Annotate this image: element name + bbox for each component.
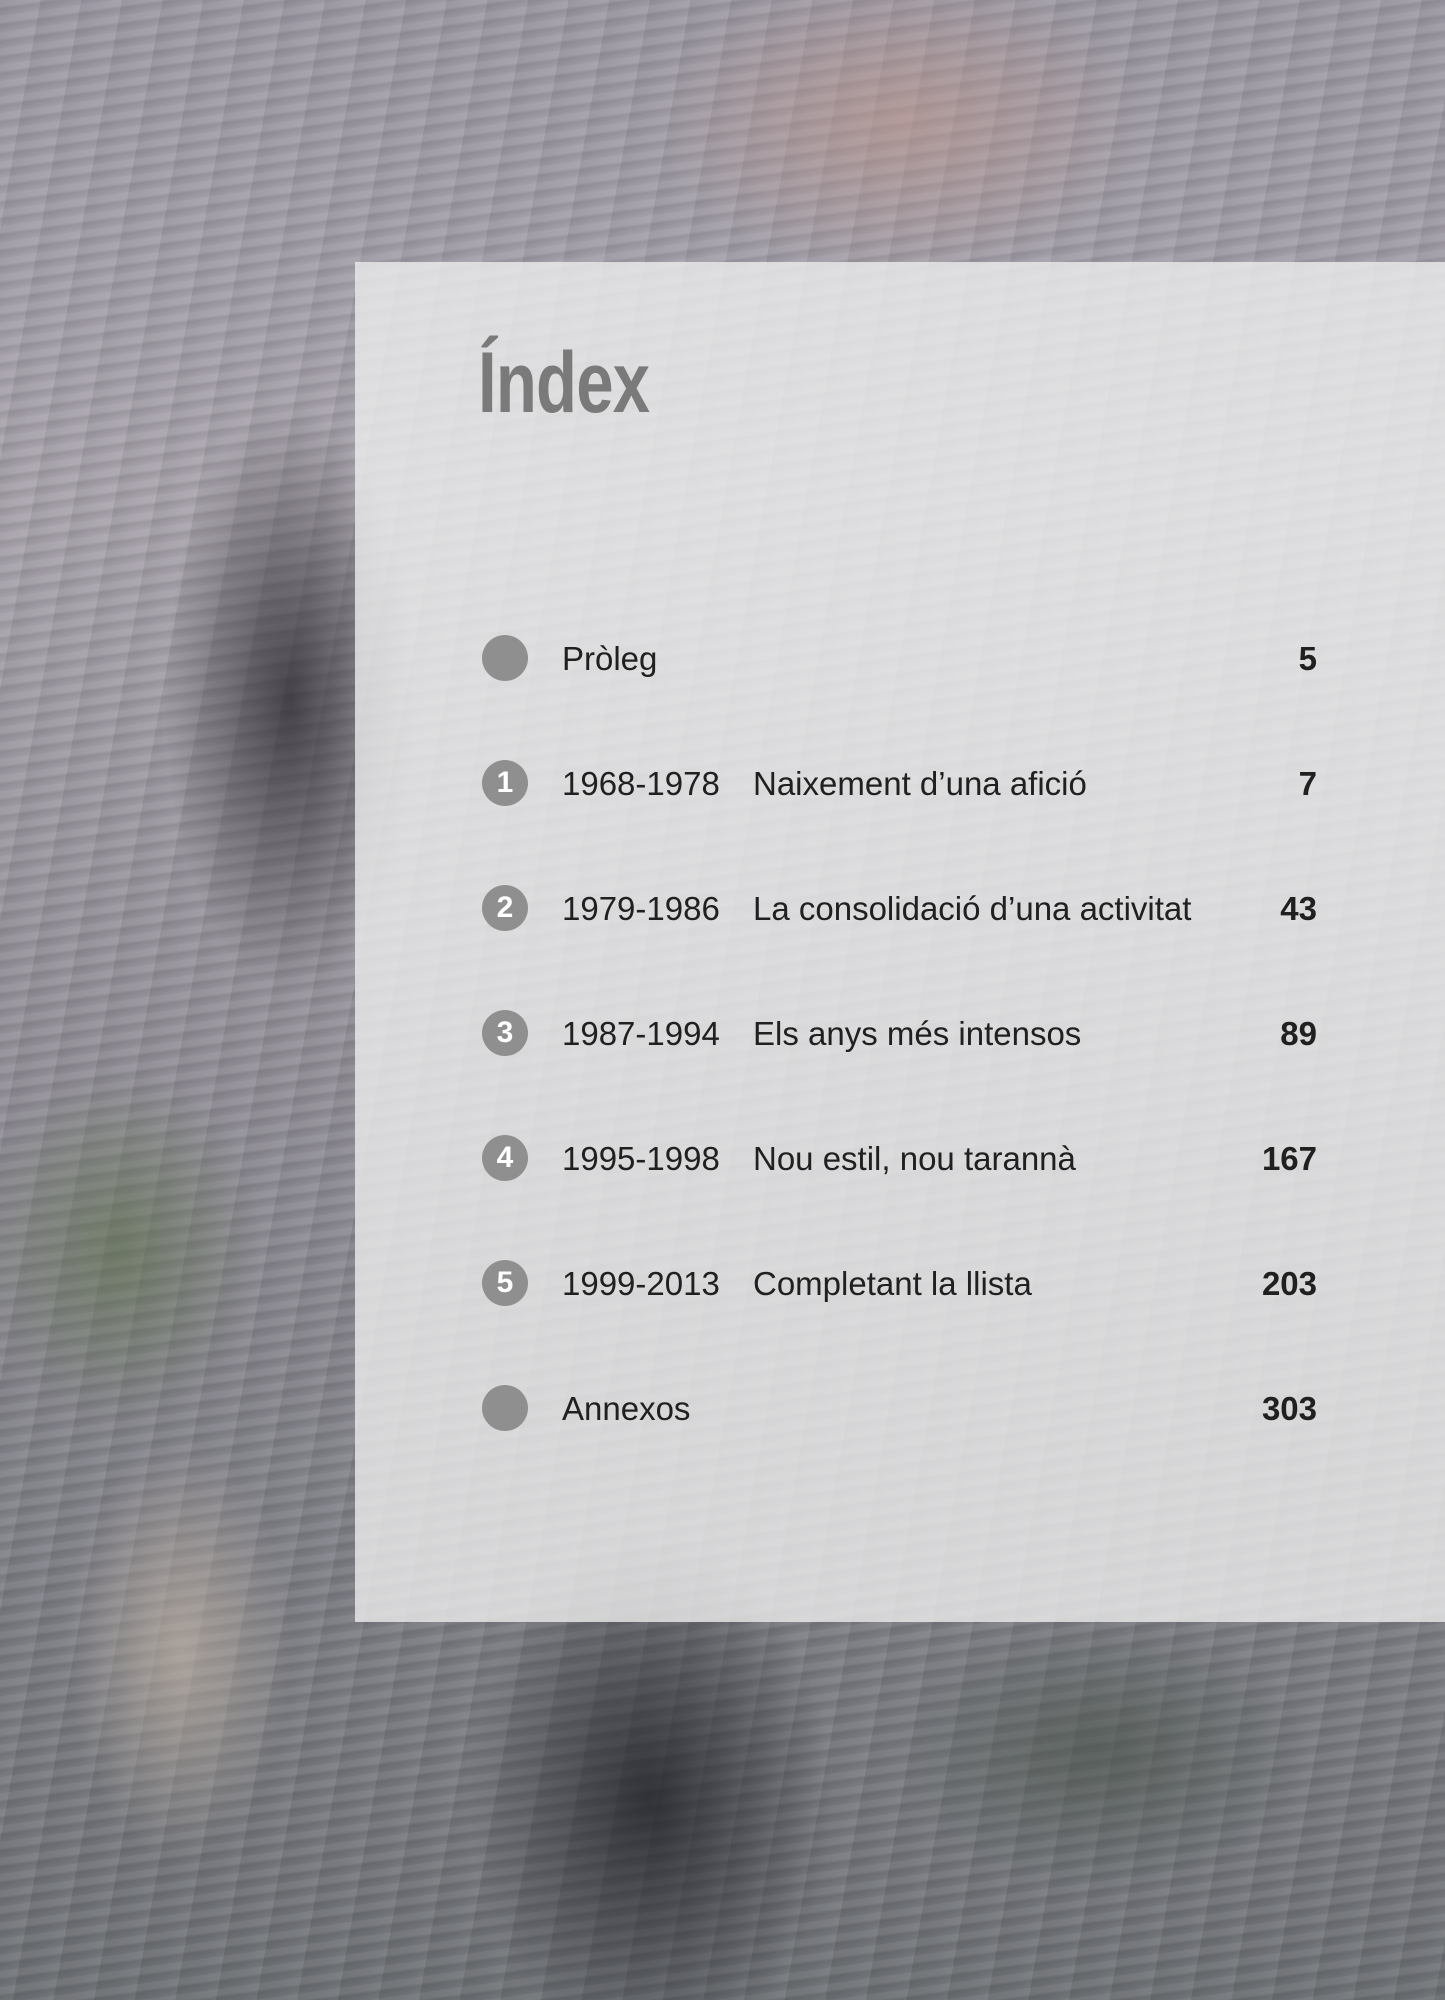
- toc-page-number: 167: [1261, 1140, 1317, 1177]
- chapter-number-badge: 4: [482, 1135, 528, 1181]
- chapter-number-badge: 3: [482, 1010, 528, 1056]
- bullet-icon: [482, 635, 528, 681]
- toc-entry-annexos[interactable]: Annexos 303: [482, 1383, 1317, 1433]
- toc-page-number: 203: [1261, 1265, 1317, 1302]
- bullet-icon: [482, 1385, 528, 1431]
- toc-entry-title: Els anys més intensos: [753, 1015, 1082, 1052]
- chapter-number-badge: 2: [482, 885, 528, 931]
- toc-page-number: 89: [1280, 1015, 1317, 1052]
- chapter-number-badge: 1: [482, 760, 528, 806]
- toc-entry-chapter-3[interactable]: 3 1987-1994 Els anys més intensos 89: [482, 1008, 1317, 1058]
- toc-entry-title: Annexos: [562, 1390, 691, 1427]
- toc-entry-period: 1987-1994: [562, 1015, 720, 1052]
- toc-entry-period: 1979-1986: [562, 890, 720, 927]
- toc-page-number: 7: [1298, 765, 1317, 802]
- toc-entry-period: 1999-2013: [562, 1265, 720, 1302]
- toc-entry-chapter-4[interactable]: 4 1995-1998 Nou estil, nou tarannà 167: [482, 1133, 1317, 1183]
- chapter-number-badge: 5: [482, 1260, 528, 1306]
- toc-entry-period: 1995-1998: [562, 1140, 720, 1177]
- toc-entry-chapter-1[interactable]: 1 1968-1978 Naixement d’una afició 7: [482, 758, 1317, 808]
- toc-page-number: 303: [1261, 1390, 1317, 1427]
- toc-entry-chapter-2[interactable]: 2 1979-1986 La consolidació d’una activi…: [482, 883, 1317, 933]
- toc-entry-title: Naixement d’una afició: [753, 765, 1087, 802]
- toc-entry-title: Pròleg: [562, 640, 658, 677]
- toc-entry-title: Nou estil, nou tarannà: [753, 1140, 1076, 1177]
- toc-entry-title: Completant la llista: [753, 1265, 1032, 1302]
- toc-entry-proleg[interactable]: Pròleg 5: [482, 633, 1317, 683]
- toc-page-number: 5: [1298, 640, 1317, 677]
- toc-entry-period: 1968-1978: [562, 765, 720, 802]
- toc-entry-chapter-5[interactable]: 5 1999-2013 Completant la llista 203: [482, 1258, 1317, 1308]
- toc-page-number: 43: [1280, 890, 1317, 927]
- toc-entry-title: La consolidació d’una activitat: [753, 890, 1192, 927]
- page-title: Índex: [478, 335, 650, 431]
